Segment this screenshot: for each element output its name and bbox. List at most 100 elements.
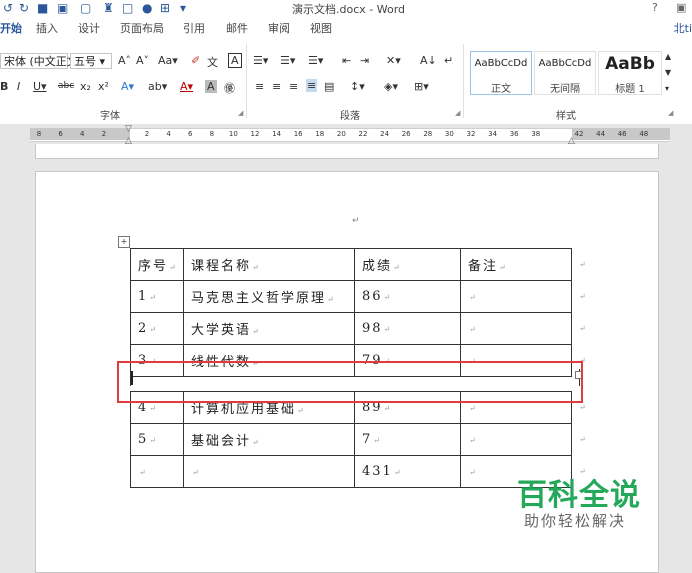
tab-home[interactable]: 开始	[0, 20, 22, 36]
table-cell[interactable]: ↵	[183, 455, 355, 488]
cell-end-mark: ↵	[149, 293, 156, 302]
phonetic-guide-icon[interactable]: 文	[207, 54, 218, 70]
table-cell[interactable]: 大学英语↵	[183, 312, 355, 345]
highlight-icon[interactable]: ab▾	[148, 80, 167, 93]
table-cell[interactable]: 课程名称↵	[183, 248, 355, 281]
table-row[interactable]: 2↵ 大学英语↵ 98↵ ↵ ↵	[130, 312, 592, 345]
table-row[interactable]: 5↵ 基础会计↵ 7↵ ↵ ↵	[130, 423, 592, 456]
tab-insert[interactable]: 插入	[36, 20, 58, 36]
help-button[interactable]: ?	[652, 1, 658, 14]
table-header-row[interactable]: 序号↵ 课程名称↵ 成绩↵ 备注↵ ↵	[130, 248, 592, 281]
redo-icon[interactable]: ↻	[19, 1, 29, 15]
table-cell[interactable]: 2↵	[130, 312, 184, 345]
table-cell[interactable]: 431↵	[354, 455, 461, 488]
table-cell[interactable]: 序号↵	[130, 248, 184, 281]
first-line-indent-marker[interactable]: ▽	[125, 124, 132, 134]
subscript-button[interactable]: x₂	[80, 80, 91, 93]
bullets-icon[interactable]: ☰▾	[253, 54, 268, 67]
show-marks-icon[interactable]: ↵	[444, 54, 453, 67]
record-icon[interactable]: ●	[142, 1, 152, 15]
table-cell[interactable]: 马克思主义哲学原理↵	[183, 280, 355, 313]
undo-icon[interactable]: ↺	[3, 1, 13, 15]
styles-dialog-launcher-icon[interactable]: ◢	[668, 109, 673, 117]
char-shading-icon[interactable]: A	[205, 80, 217, 93]
ribbon-tab-bar	[0, 17, 692, 39]
styles-more-icon[interactable]: ▾	[665, 84, 669, 93]
tab-view[interactable]: 视图	[310, 20, 332, 36]
ruler-tick-label: 8	[209, 130, 215, 138]
table-row[interactable]: 1↵ 马克思主义哲学原理↵ 86↵ ↵ ↵	[130, 280, 592, 313]
tab-layout[interactable]: 页面布局	[120, 20, 164, 36]
font-size-combo[interactable]: 五号 ▾	[70, 53, 112, 69]
decrease-indent-icon[interactable]: ⇤	[342, 54, 351, 67]
cell-text: 序号	[138, 259, 169, 274]
table-cell[interactable]: ↵	[460, 423, 572, 456]
course-table-top[interactable]: 序号↵ 课程名称↵ 成绩↵ 备注↵ ↵ 1↵ 马克思主义哲学原理↵ 86↵ ↵ ↵ 2↵ 大学英语↵ 9…	[130, 248, 592, 377]
find-icon[interactable]: ♜	[103, 1, 114, 15]
cell-text: 基础会计	[191, 434, 252, 449]
table-cell[interactable]: 5↵	[130, 423, 184, 456]
styles-scroll-up-icon[interactable]: ▲	[665, 52, 671, 61]
table-cell[interactable]: 基础会计↵	[183, 423, 355, 456]
tab-design[interactable]: 设计	[78, 20, 100, 36]
grow-font-icon[interactable]: A˄	[118, 54, 131, 67]
distributed-icon[interactable]: ▤	[324, 80, 334, 93]
table-cell[interactable]: 1↵	[130, 280, 184, 313]
cell-end-mark: ↵	[469, 468, 476, 477]
save-as-icon[interactable]: ▣	[57, 1, 68, 15]
table-cell[interactable]: 备注↵	[460, 248, 572, 281]
table-cell[interactable]: ↵	[460, 280, 572, 313]
superscript-button[interactable]: x²	[98, 80, 109, 93]
strikethrough-button[interactable]: abc	[58, 81, 74, 91]
align-left-icon[interactable]: ≡	[255, 80, 264, 93]
tab-review[interactable]: 审阅	[268, 20, 290, 36]
customize-qat-icon[interactable]: ▾	[180, 1, 186, 15]
enclose-char-icon[interactable]: ㊝	[224, 80, 235, 96]
ruler-tick-label: 22	[358, 130, 368, 138]
tab-mailings[interactable]: 邮件	[226, 20, 248, 36]
font-dialog-launcher-icon[interactable]: ◢	[238, 109, 243, 117]
cell-end-mark: ↵	[469, 325, 476, 334]
font-size-value: 五号	[74, 55, 96, 68]
tab-references[interactable]: 引用	[183, 20, 205, 36]
style-normal[interactable]: AaBbCcDd 正文	[470, 51, 532, 95]
account-name[interactable]: 北ti	[674, 20, 692, 36]
table-cell[interactable]: 成绩↵	[354, 248, 461, 281]
italic-button[interactable]: I	[17, 80, 20, 93]
char-border-icon[interactable]: A	[228, 53, 242, 68]
justify-icon[interactable]: ≡	[306, 79, 318, 92]
sort-icon[interactable]: A↓	[420, 54, 437, 67]
increase-indent-icon[interactable]: ⇥	[360, 54, 369, 67]
ribbon-display-icon[interactable]: ▣	[676, 1, 686, 14]
styles-scroll-down-icon[interactable]: ▼	[665, 68, 671, 77]
chinese-layout-icon[interactable]: ✕▾	[386, 54, 401, 67]
paragraph-dialog-launcher-icon[interactable]: ◢	[455, 109, 460, 117]
multilevel-list-icon[interactable]: ☰▾	[308, 54, 323, 67]
font-color-icon[interactable]: A▾	[180, 80, 193, 93]
underline-button[interactable]: U▾	[33, 80, 47, 93]
table-icon[interactable]: ⊞	[160, 1, 170, 15]
new-doc-icon[interactable]: □	[122, 1, 133, 15]
table-cell[interactable]: ↵	[460, 312, 572, 345]
bold-button[interactable]: B	[0, 80, 8, 93]
clear-format-icon[interactable]: ✐	[191, 54, 200, 67]
line-spacing-icon[interactable]: ↕▾	[350, 80, 365, 93]
table-cell[interactable]: 98↵	[354, 312, 461, 345]
save-icon[interactable]: ■	[37, 1, 48, 15]
align-right-icon[interactable]: ≡	[289, 80, 298, 93]
table-cell[interactable]: 86↵	[354, 280, 461, 313]
print-preview-icon[interactable]: ▢	[80, 1, 91, 15]
shrink-font-icon[interactable]: A˅	[136, 54, 149, 67]
borders-icon[interactable]: ⊞▾	[414, 80, 429, 93]
shading-icon[interactable]: ◈▾	[384, 80, 398, 93]
table-move-handle-icon[interactable]: +	[118, 236, 130, 248]
style-heading-1[interactable]: AaBb 标题 1	[598, 51, 662, 95]
numbering-icon[interactable]: ☰▾	[280, 54, 295, 67]
style-no-spacing[interactable]: AaBbCcDd 无间隔	[534, 51, 596, 95]
table-cell[interactable]: 7↵	[354, 423, 461, 456]
text-effects-icon[interactable]: A▾	[121, 80, 134, 93]
table-cell[interactable]: ↵	[130, 455, 184, 488]
change-case-icon[interactable]: Aa▾	[158, 54, 178, 67]
align-center-icon[interactable]: ≡	[272, 80, 281, 93]
font-name-combo[interactable]: 宋体 (中文正文	[0, 53, 78, 69]
